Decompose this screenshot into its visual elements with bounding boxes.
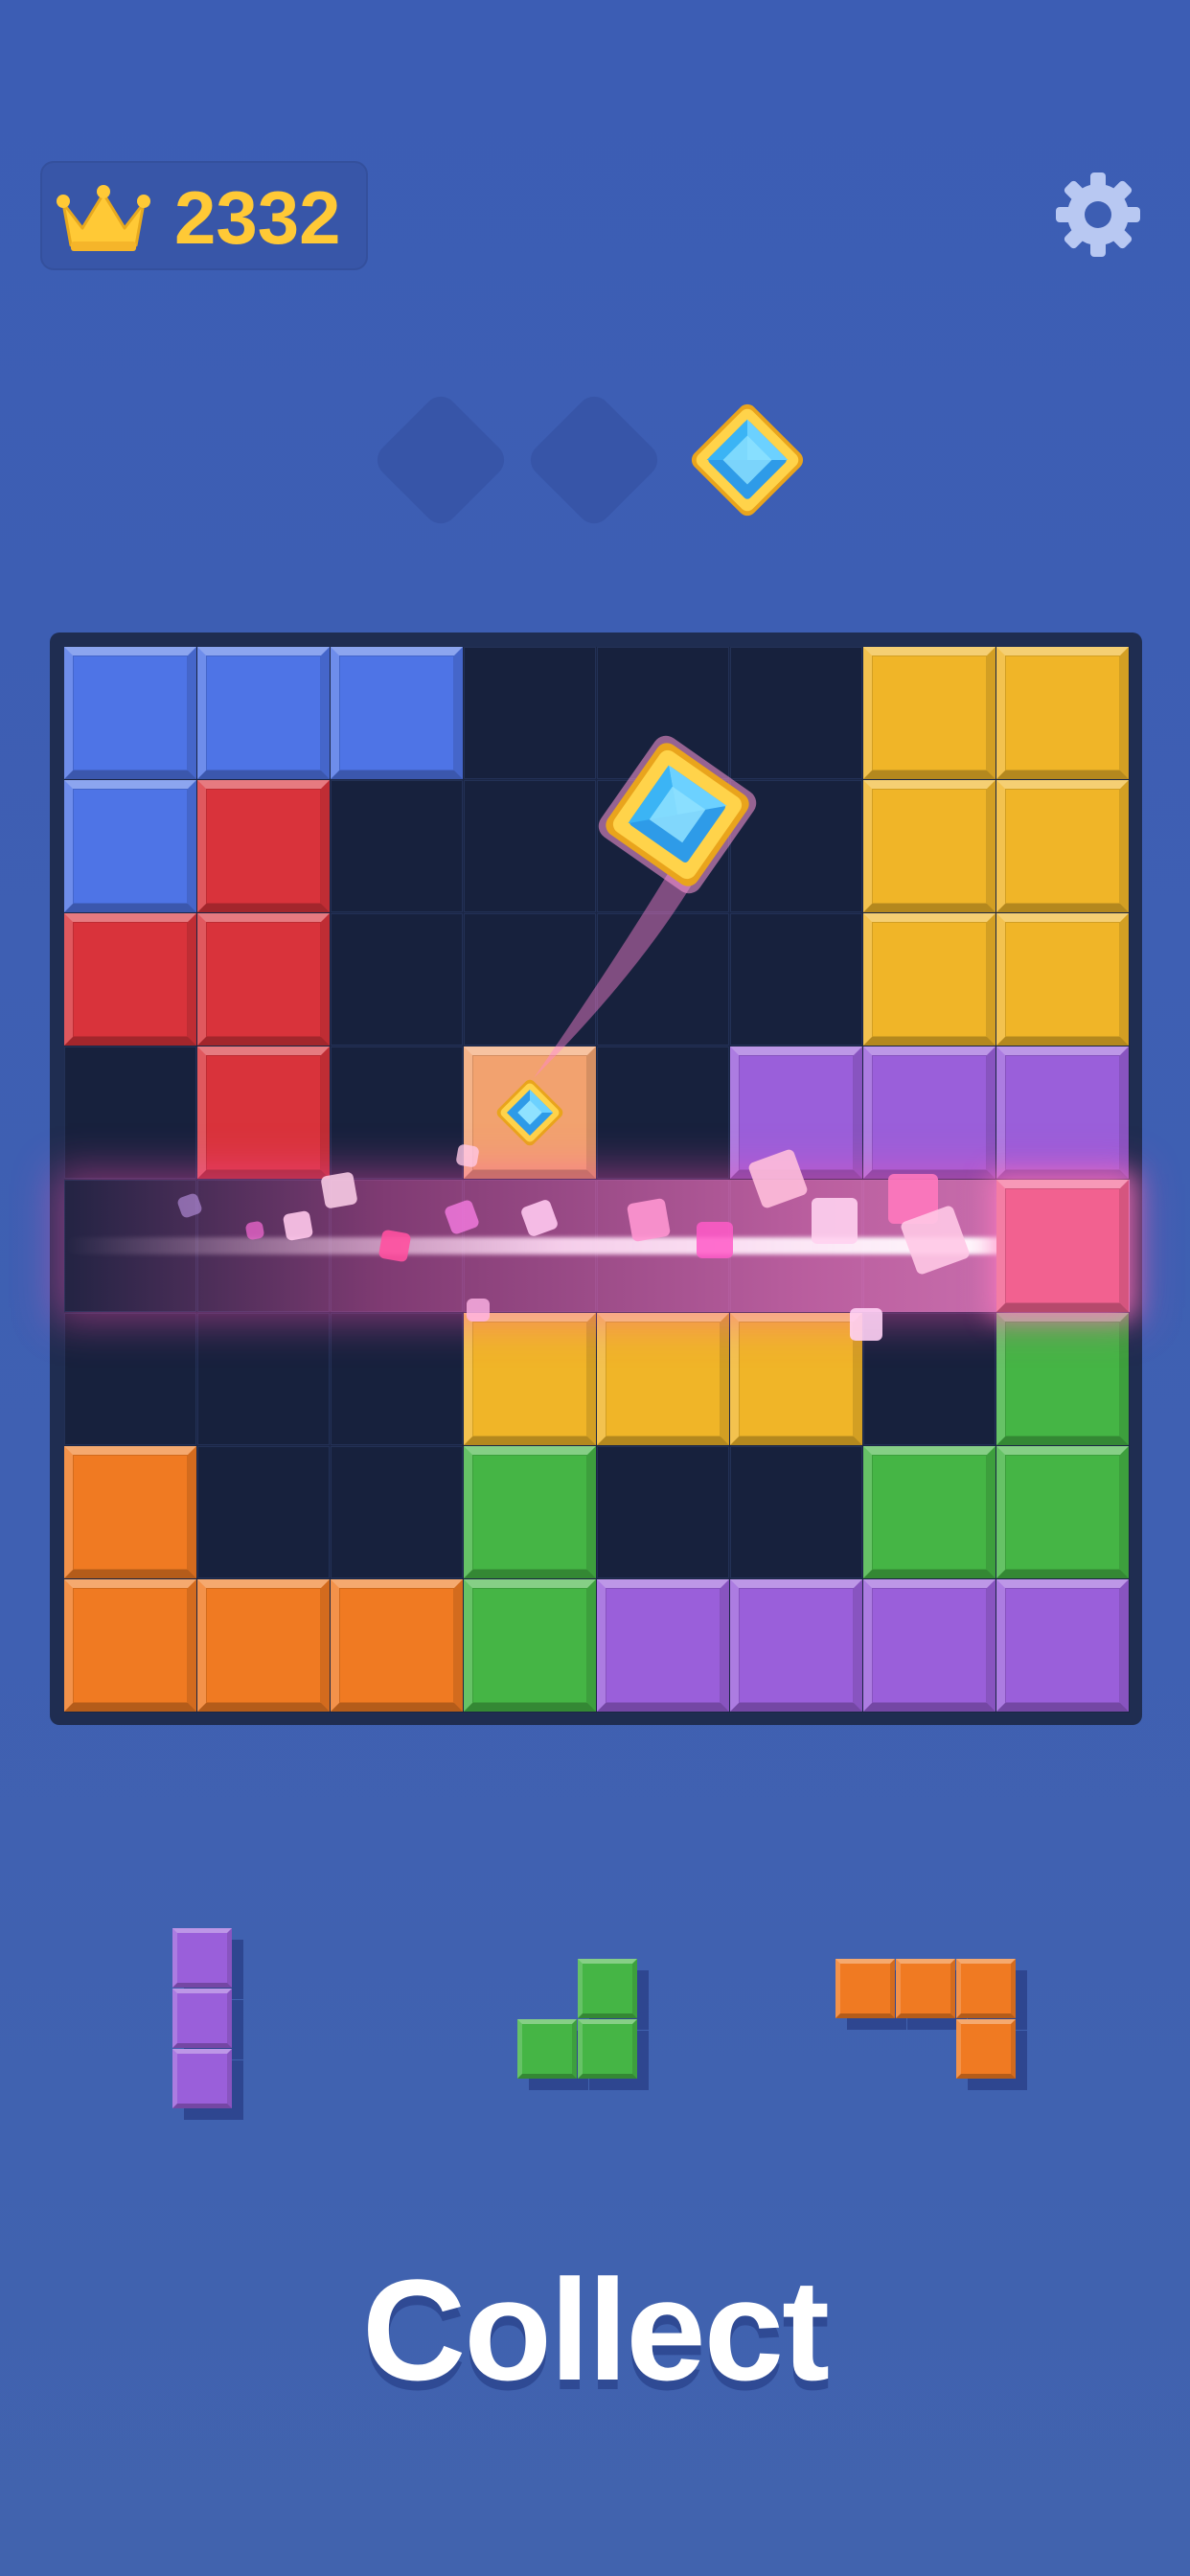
board-block <box>996 647 1129 779</box>
board-block <box>597 1313 729 1445</box>
board-block <box>197 647 330 779</box>
blast-particle <box>626 1197 672 1243</box>
blast-particle <box>467 1299 490 1322</box>
board-block <box>64 647 196 779</box>
board-block <box>64 1446 196 1578</box>
board-cell[interactable] <box>331 1313 463 1445</box>
board-cell[interactable] <box>597 1446 729 1578</box>
board-block <box>64 780 196 912</box>
flying-blue-gem-icon <box>598 735 757 894</box>
board-cell[interactable] <box>863 1313 995 1445</box>
game-board <box>50 632 1142 1725</box>
board-cell[interactable] <box>331 1046 463 1179</box>
board-cell[interactable] <box>64 1313 196 1445</box>
board-block <box>197 1046 330 1179</box>
board-block <box>996 1046 1129 1179</box>
piece-block <box>172 1928 232 1988</box>
blast-particle <box>378 1229 412 1263</box>
piece-tray <box>0 1898 1190 2147</box>
board-block <box>197 1579 330 1712</box>
board-block <box>996 1180 1129 1312</box>
board-cell[interactable] <box>331 1446 463 1578</box>
board-block <box>863 647 995 779</box>
board-block <box>863 1579 995 1712</box>
board-block <box>863 913 995 1046</box>
board-block <box>996 1446 1129 1578</box>
piece-block <box>517 2019 577 2079</box>
goal-slot-empty <box>370 389 512 531</box>
board-grid <box>64 647 1130 1713</box>
blast-particle <box>697 1222 733 1258</box>
piece-block <box>835 1959 895 2018</box>
board-block <box>730 1579 862 1712</box>
board-block <box>197 913 330 1046</box>
line-clear-effect <box>64 1180 1130 1312</box>
board-block <box>996 913 1129 1046</box>
board-block <box>197 780 330 912</box>
piece-block <box>956 1959 1016 2018</box>
piece-block <box>578 1959 637 2018</box>
board-cell[interactable] <box>730 913 862 1046</box>
piece-block <box>896 1959 955 2018</box>
board-block <box>863 1046 995 1179</box>
board-block <box>464 1446 596 1578</box>
blast-particle <box>812 1198 858 1244</box>
blast-particle <box>320 1171 358 1209</box>
board-block <box>597 1579 729 1712</box>
board-block <box>996 1579 1129 1712</box>
gear-icon[interactable] <box>1052 169 1144 261</box>
board-block <box>996 780 1129 912</box>
blue-diamond-gem-icon <box>691 403 804 517</box>
goal-slot-empty <box>523 389 665 531</box>
board-cell[interactable] <box>197 1446 330 1578</box>
piece-block <box>956 2019 1016 2079</box>
blast-particle <box>850 1308 882 1341</box>
blast-particle <box>282 1209 314 1242</box>
caption-text: Collect <box>361 2249 830 2410</box>
board-block <box>730 1313 862 1445</box>
board-block <box>331 647 463 779</box>
blast-particle <box>455 1143 480 1168</box>
board-cell[interactable] <box>730 1446 862 1578</box>
board-cell[interactable] <box>64 1046 196 1179</box>
board-cell[interactable] <box>464 647 596 779</box>
board-block <box>64 1579 196 1712</box>
board-block <box>996 1313 1129 1445</box>
piece-block <box>172 2049 232 2108</box>
board-block <box>331 1579 463 1712</box>
board-cell[interactable] <box>331 780 463 912</box>
board-cell[interactable] <box>197 1313 330 1445</box>
board-block <box>863 1446 995 1578</box>
board-block <box>64 913 196 1046</box>
piece-block <box>578 2019 637 2079</box>
board-block <box>464 1313 596 1445</box>
score-value: 2332 <box>174 175 341 260</box>
board-block <box>863 780 995 912</box>
crown-icon <box>57 185 150 251</box>
score-panel: 2332 <box>40 161 368 270</box>
board-block <box>464 1579 596 1712</box>
board-cell[interactable] <box>331 913 463 1046</box>
piece-block <box>172 1989 232 2048</box>
goal-tracker <box>0 383 1190 537</box>
